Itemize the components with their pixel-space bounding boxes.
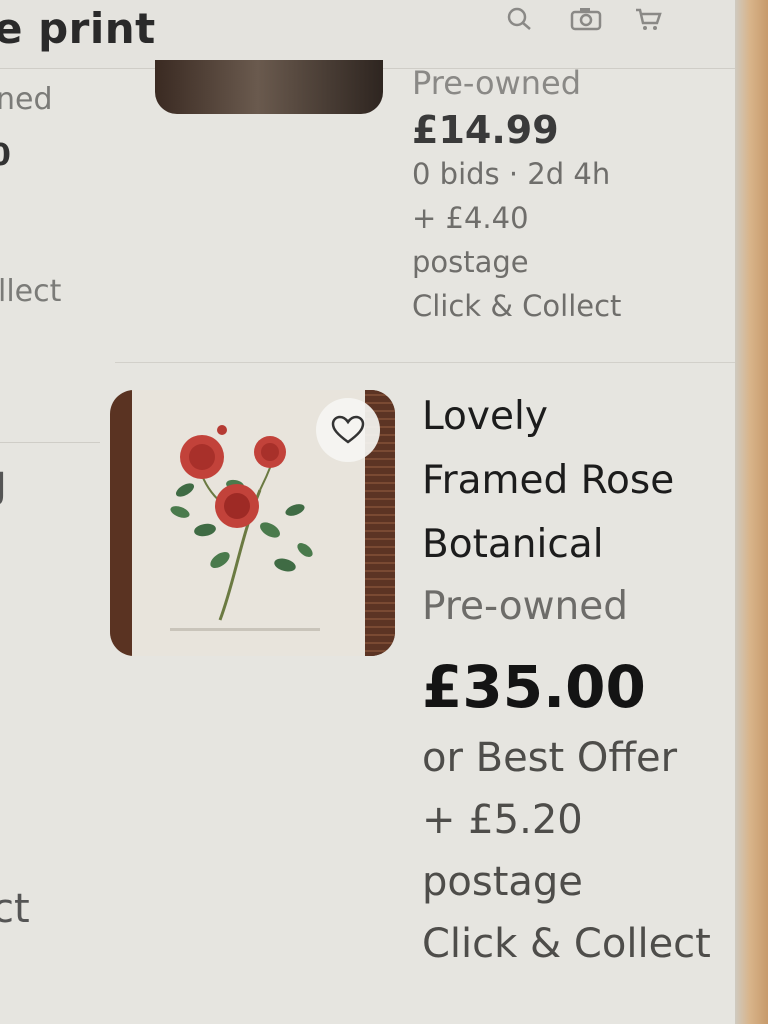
clipped-collect-text-2: ct xyxy=(0,886,30,932)
search-query-title[interactable]: e print xyxy=(0,4,156,53)
camera-icon[interactable] xyxy=(569,6,602,32)
clipped-collect-text: llect xyxy=(0,274,62,309)
cart-icon[interactable] xyxy=(633,6,663,32)
clipped-price-text: 0 xyxy=(0,138,11,173)
collection-option: Click & Collect xyxy=(422,921,711,967)
listing-title-line-2[interactable]: Framed Rose xyxy=(422,449,735,513)
listing-card-1[interactable]: Pre-owned £14.99 0 bids · 2d 4h + £4.40 … xyxy=(412,64,732,328)
clipped-price-text-2: l xyxy=(0,704,2,739)
item-thumbnail-previous[interactable] xyxy=(155,60,383,114)
header-actions xyxy=(505,6,663,32)
bids-time-left: 0 bids · 2d 4h xyxy=(412,157,611,191)
price: £14.99 xyxy=(412,108,559,152)
listing-title-line-1[interactable]: Lovely xyxy=(422,385,735,449)
divider xyxy=(0,442,100,443)
app-screen: e print ned 0 llect J l ct Pre-owned £14… xyxy=(0,0,735,1024)
heart-icon xyxy=(331,415,365,444)
best-offer-label: or Best Offer xyxy=(422,735,678,781)
price: £35.00 xyxy=(422,653,646,721)
collection-option: Click & Collect xyxy=(412,289,622,323)
search-icon[interactable] xyxy=(505,6,535,32)
divider xyxy=(115,362,735,363)
clipped-condition-text: ned xyxy=(0,82,53,117)
watch-button[interactable] xyxy=(316,398,380,462)
clipped-title-text: J xyxy=(0,466,7,507)
top-app-bar: e print xyxy=(0,0,735,69)
condition-label: Pre-owned xyxy=(412,64,582,102)
previous-column-clipped: ned 0 llect J l ct xyxy=(0,68,110,1024)
postage-price: + £5.20 xyxy=(422,797,583,843)
condition-label: Pre-owned xyxy=(422,584,629,629)
postage-label: postage xyxy=(422,859,583,905)
device-bezel xyxy=(735,0,768,1024)
postage-price: + £4.40 xyxy=(412,201,529,235)
listing-card-2[interactable]: Lovely Framed Rose Botanical Pre-owned £… xyxy=(422,385,735,975)
listing-title-line-3[interactable]: Botanical xyxy=(422,513,735,577)
postage-label: postage xyxy=(412,245,529,279)
